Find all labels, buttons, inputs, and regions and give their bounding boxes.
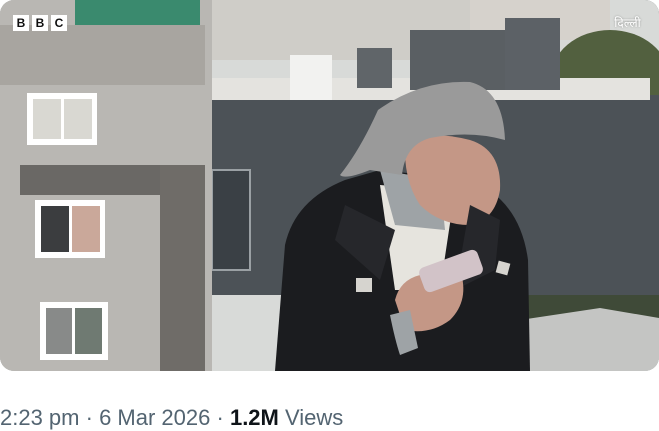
window-3-pane-b — [75, 308, 102, 354]
post-date[interactable]: 6 Mar 2026 — [99, 405, 210, 430]
rooftop-block-2 — [505, 18, 560, 90]
left-building-roof-mesh — [75, 0, 200, 28]
separator: · — [85, 405, 93, 430]
rooftop-block — [410, 30, 505, 90]
bbc-logo-letter: C — [51, 15, 67, 31]
balcony — [211, 169, 251, 271]
bbc-logo: B B C — [13, 15, 67, 31]
window-1-pane-a — [33, 99, 61, 139]
bbc-logo-letter: B — [13, 15, 29, 31]
post-time[interactable]: 2:23 pm — [0, 405, 80, 430]
video-frame — [0, 0, 659, 371]
window-3-pane-a — [46, 308, 72, 354]
views-count: 1.2M — [229, 405, 279, 430]
post-metadata: 2:23 pm · 6 Mar 2026 · 1.2M Views — [0, 405, 343, 431]
window-1-pane-b — [64, 99, 92, 139]
window-2-pane-a — [41, 206, 69, 252]
coat-badge-left — [356, 278, 372, 292]
video-player[interactable]: B B C दिल्ली — [0, 0, 659, 371]
location-label: दिल्ली — [614, 16, 641, 30]
window-2-pane-b — [72, 206, 100, 252]
ac-unit — [357, 48, 392, 88]
separator: · — [216, 405, 224, 430]
left-building-top — [0, 25, 205, 85]
water-tank — [290, 55, 332, 100]
views-label: Views — [285, 405, 344, 430]
bbc-logo-letter: B — [32, 15, 48, 31]
left-building-pillar — [160, 165, 205, 371]
